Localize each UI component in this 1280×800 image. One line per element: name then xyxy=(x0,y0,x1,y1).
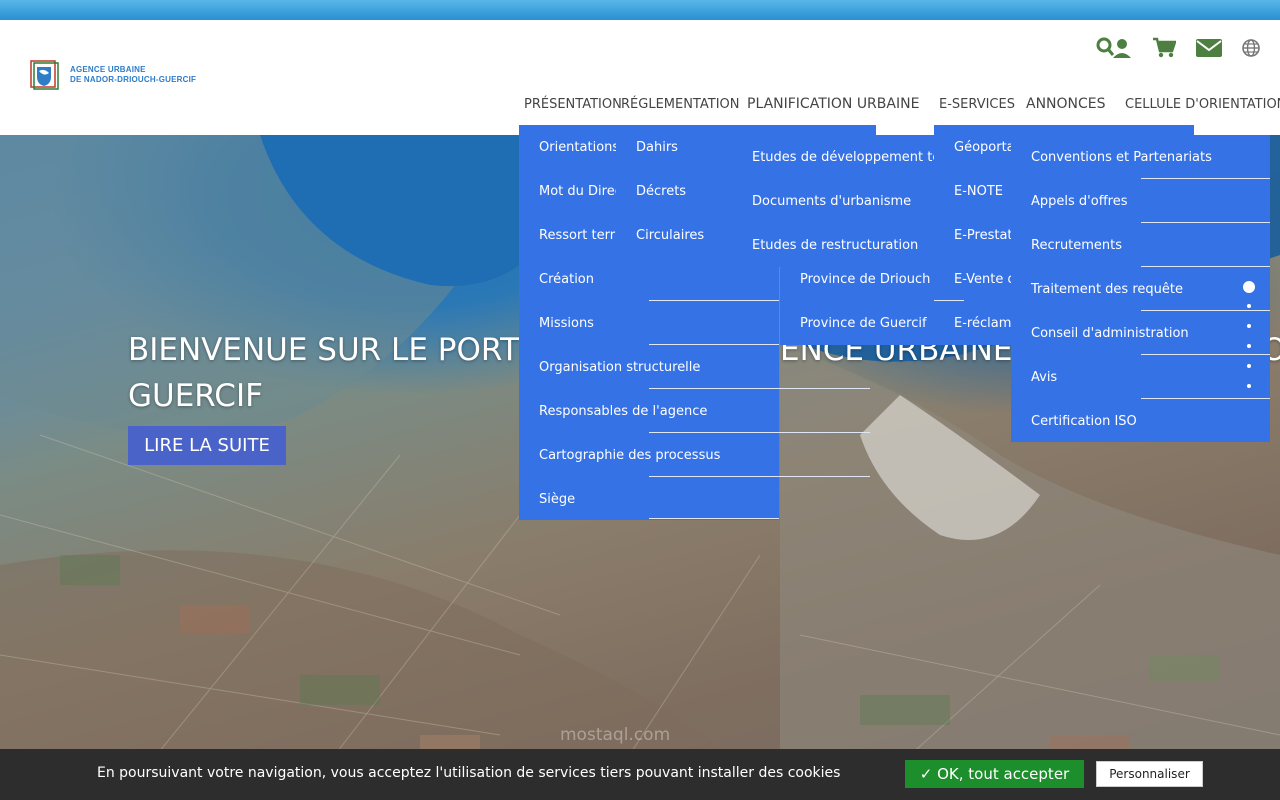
menu-separator xyxy=(1141,222,1270,223)
dropdown-planification: Etudes de développement terri Documents … xyxy=(732,135,935,267)
agency-name-line1: AGENCE URBAINE xyxy=(70,65,146,74)
menu-separator xyxy=(1141,354,1270,355)
menu-separator xyxy=(649,300,779,301)
menu-separator xyxy=(934,300,964,301)
slider-dot[interactable] xyxy=(1247,384,1251,388)
menu-item-decrets[interactable]: Décrets xyxy=(636,184,686,199)
menu-separator xyxy=(779,476,870,477)
cookie-message: En poursuivant votre navigation, vous ac… xyxy=(97,765,841,781)
watermark: mostaql.com xyxy=(560,725,671,745)
slider-dot[interactable] xyxy=(1247,304,1251,308)
hero-title-line2: GUERCIF xyxy=(128,378,263,414)
slider-dot[interactable] xyxy=(1247,344,1251,348)
menu-item-missions[interactable]: Missions xyxy=(539,316,594,331)
menu-item-traitement-requete[interactable]: Traitement des requête xyxy=(1031,282,1183,297)
menu-separator xyxy=(1141,398,1270,399)
menu-separator xyxy=(1141,178,1270,179)
menu-item-circulaires[interactable]: Circulaires xyxy=(636,228,704,243)
site-header: AGENCE URBAINE DE NADOR-DRIOUCH-GUERCIF xyxy=(0,20,1280,135)
agency-name-line2: DE NADOR-DRIOUCH-GUERCIF xyxy=(70,75,197,84)
top-color-strip xyxy=(0,0,1280,20)
hero-title-line1-left: BIENVENUE SUR LE PORT xyxy=(128,332,520,368)
menu-separator xyxy=(1141,266,1270,267)
menu-separator xyxy=(649,344,779,345)
globe-icon[interactable] xyxy=(1242,35,1260,61)
nav-planification-urbaine[interactable]: PLANIFICATION URBAINE xyxy=(747,96,919,112)
slider-dot-active[interactable] xyxy=(1243,281,1255,293)
menu-item-e-prestation[interactable]: E-Prestat xyxy=(954,228,1013,243)
menu-separator xyxy=(649,432,779,433)
menu-separator xyxy=(649,388,779,389)
menu-item-siege[interactable]: Siège xyxy=(539,492,575,507)
cookie-banner: En poursuivant votre navigation, vous ac… xyxy=(0,749,1280,800)
menu-separator xyxy=(1141,310,1270,311)
menu-item-conventions[interactable]: Conventions et Partenariats xyxy=(1031,150,1212,165)
menu-item-orientations[interactable]: Orientations xyxy=(539,140,619,155)
menu-item-province-guercif[interactable]: Province de Guercif xyxy=(800,316,927,331)
menu-item-certification-iso[interactable]: Certification ISO xyxy=(1031,414,1137,429)
menu-item-creation[interactable]: Création xyxy=(539,272,594,287)
dropdown-annonces: Conventions et Partenariats Appels d'off… xyxy=(1011,135,1270,442)
read-more-button[interactable]: LIRE LA SUITE xyxy=(128,426,286,465)
menu-item-documents-urbanisme[interactable]: Documents d'urbanisme xyxy=(752,194,911,209)
menu-item-mot-du-directeur[interactable]: Mot du Direct xyxy=(539,184,627,199)
agency-name: AGENCE URBAINE DE NADOR-DRIOUCH-GUERCIF xyxy=(70,65,196,85)
menu-item-avis[interactable]: Avis xyxy=(1031,370,1057,385)
cart-icon[interactable] xyxy=(1152,35,1176,61)
menu-item-responsables[interactable]: Responsables de l'agence xyxy=(539,404,707,419)
menu-item-ressort-territorial[interactable]: Ressort territ xyxy=(539,228,624,243)
menu-item-recrutements[interactable]: Recrutements xyxy=(1031,238,1122,253)
slider-dot[interactable] xyxy=(1247,324,1251,328)
site-logo[interactable]: AGENCE URBAINE DE NADOR-DRIOUCH-GUERCIF xyxy=(28,58,196,92)
menu-separator xyxy=(779,388,870,389)
nav-presentation[interactable]: PRÉSENTATION xyxy=(524,97,622,112)
menu-item-province-driouch[interactable]: Province de Driouch xyxy=(800,272,930,287)
menu-item-organisation[interactable]: Organisation structurelle xyxy=(539,360,700,375)
nav-cellule-orientation[interactable]: CELLULE D'ORIENTATION xyxy=(1125,97,1280,112)
nav-e-services[interactable]: E-SERVICES xyxy=(939,97,1015,112)
search-user-icon[interactable] xyxy=(1096,35,1132,61)
menu-separator xyxy=(779,432,870,433)
menu-item-etudes-restructuration[interactable]: Etudes de restructuration xyxy=(752,238,918,253)
menu-item-e-reclamation[interactable]: E-réclama xyxy=(954,316,1019,331)
menu-item-e-note[interactable]: E-NOTE xyxy=(954,184,1003,199)
menu-item-e-vente[interactable]: E-Vente d xyxy=(954,272,1016,287)
menu-item-etudes-developpement[interactable]: Etudes de développement terri xyxy=(752,150,935,165)
nav-annonces[interactable]: ANNONCES xyxy=(1026,96,1106,112)
menu-item-dahirs[interactable]: Dahirs xyxy=(636,140,678,155)
nav-reglementation[interactable]: RÉGLEMENTATION xyxy=(621,97,739,112)
dropdown-provinces: Province de Driouch Province de Guercif xyxy=(780,257,935,345)
menu-separator xyxy=(649,518,779,519)
menu-item-conseil-administration[interactable]: Conseil d'administration xyxy=(1031,326,1189,341)
menu-separator xyxy=(649,476,779,477)
menu-item-appels-offres[interactable]: Appels d'offres xyxy=(1031,194,1127,209)
menu-item-geoportail[interactable]: Géoportai xyxy=(954,140,1018,155)
customize-cookies-button[interactable]: Personnaliser xyxy=(1096,761,1203,787)
agency-emblem-icon xyxy=(28,58,60,92)
envelope-icon[interactable] xyxy=(1196,35,1222,61)
accept-all-cookies-button[interactable]: ✓ OK, tout accepter xyxy=(905,760,1084,788)
slider-dot[interactable] xyxy=(1247,364,1251,368)
hero-title: BIENVENUE SUR LE PORT ENCE URBAINE O GUE… xyxy=(128,327,1280,419)
menu-item-cartographie[interactable]: Cartographie des processus xyxy=(539,448,720,463)
header-icon-bar xyxy=(1096,35,1260,61)
